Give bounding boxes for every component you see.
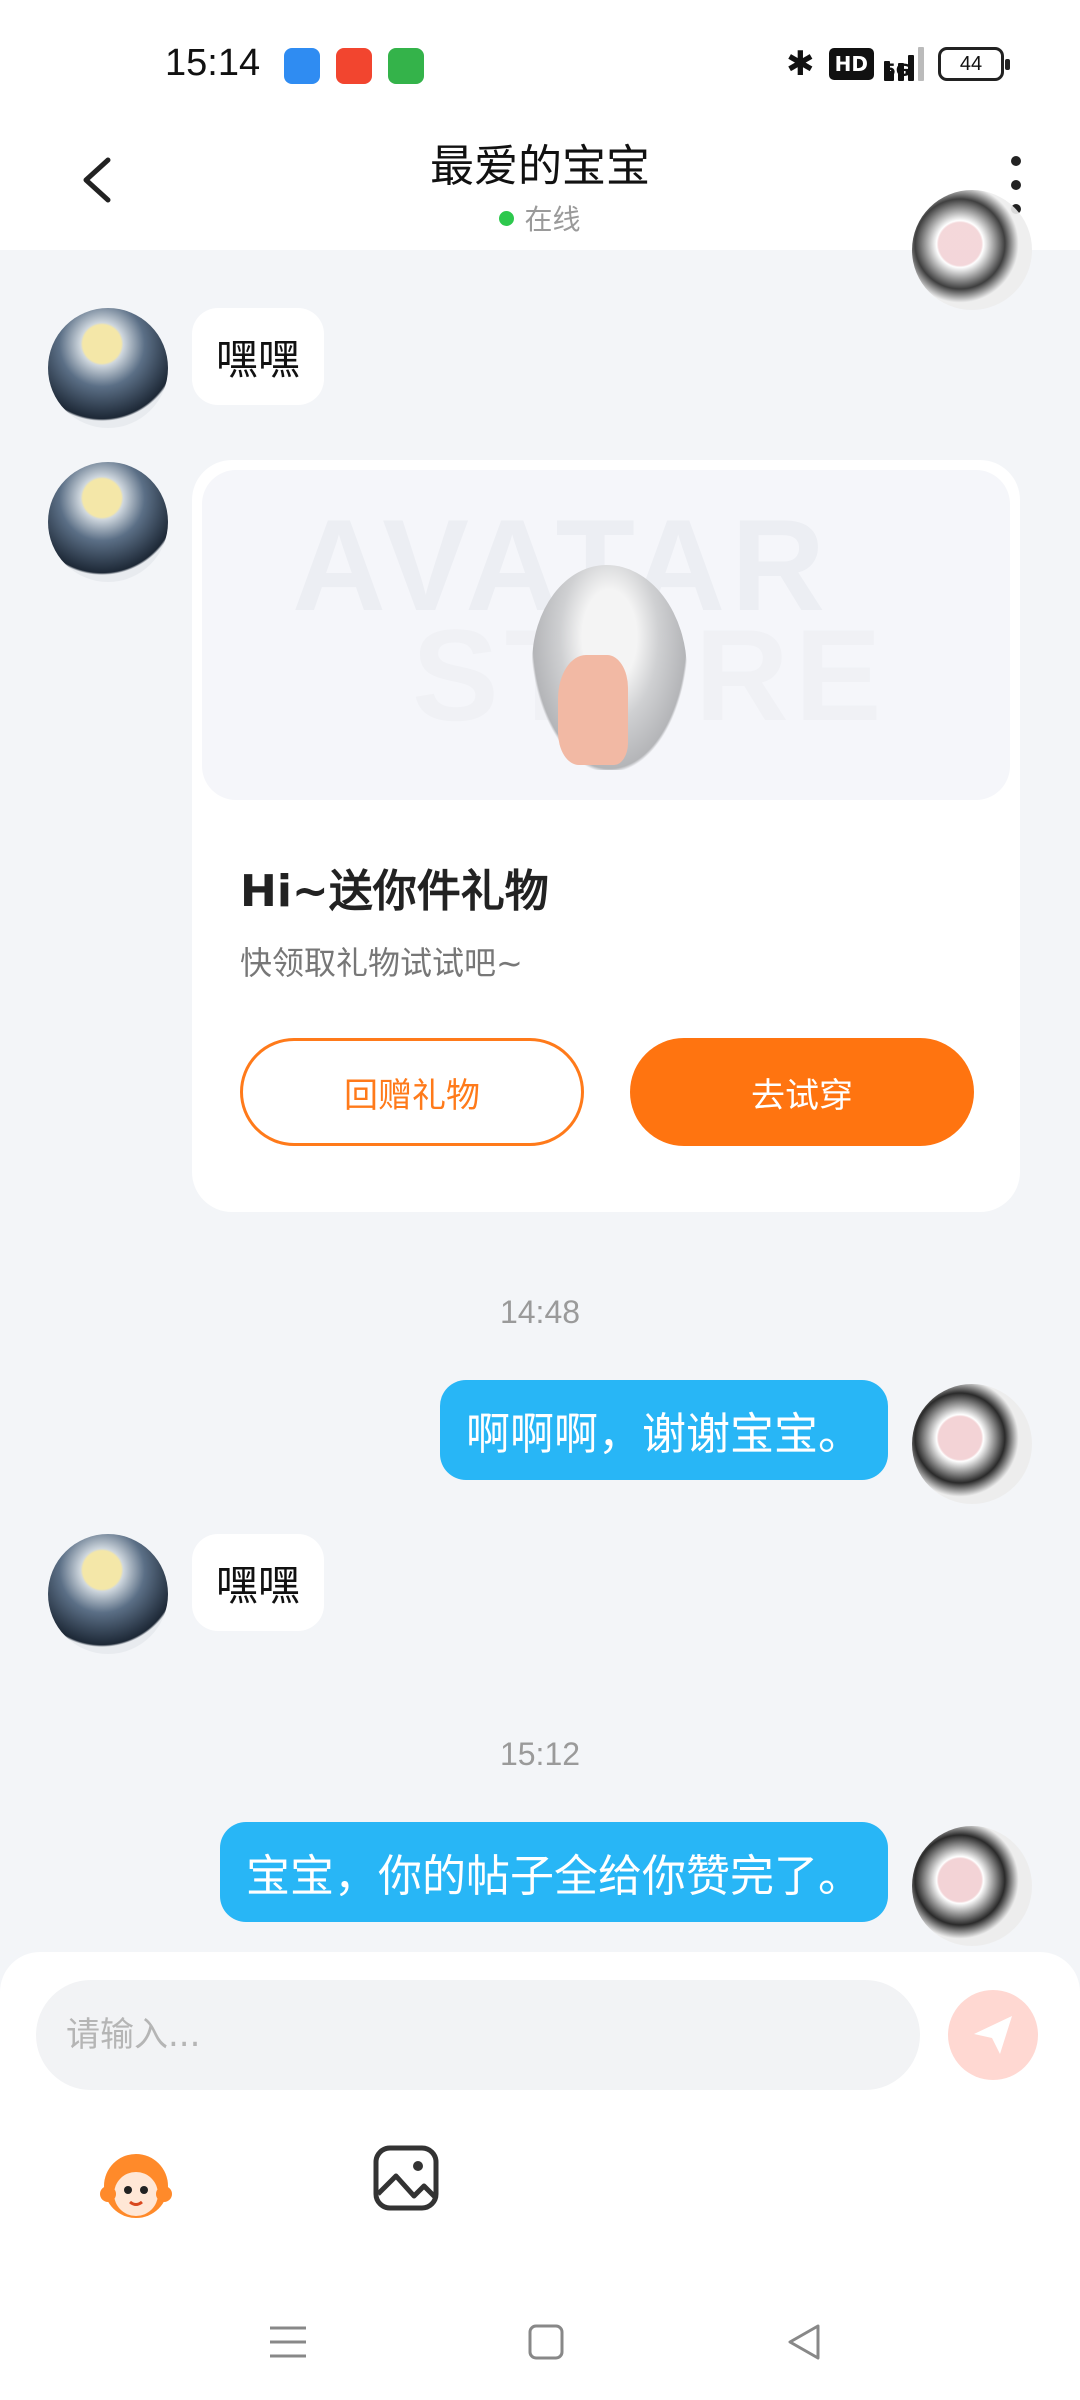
message-bubble[interactable]: 嘿嘿 bbox=[192, 308, 325, 405]
gift-card-title: Hi~送你件礼物 bbox=[240, 866, 549, 917]
signal-icon: 5G bbox=[884, 47, 924, 81]
status-bar: 15:14 ✱ HD 5G 44 bbox=[0, 0, 1080, 120]
timestamp: 15:12 bbox=[499, 1736, 581, 1772]
input-panel bbox=[0, 1952, 1080, 2282]
network-label: 5G bbox=[884, 61, 910, 81]
home-button[interactable] bbox=[518, 2314, 574, 2370]
back-nav-button[interactable] bbox=[776, 2314, 832, 2370]
recent-apps-button[interactable] bbox=[260, 2314, 316, 2370]
blue-app-icon bbox=[284, 48, 320, 84]
dot-icon bbox=[1011, 156, 1021, 166]
avatar[interactable] bbox=[48, 462, 168, 582]
page-title: 最爱的宝宝 bbox=[430, 141, 650, 192]
hd-badge: HD bbox=[828, 48, 874, 80]
avatar[interactable] bbox=[912, 190, 1032, 310]
message-bubble[interactable]: 嘿嘿 bbox=[192, 1534, 325, 1631]
send-icon bbox=[974, 2016, 1012, 2054]
message-app-icon bbox=[388, 48, 424, 84]
message-input[interactable] bbox=[36, 1980, 920, 2090]
status-time: 15:14 bbox=[165, 42, 261, 84]
image-button[interactable] bbox=[370, 2142, 442, 2214]
emoji-button[interactable] bbox=[92, 2140, 180, 2228]
system-nav-bar bbox=[0, 2282, 1080, 2400]
gift-image[interactable]: AVATAR STORE bbox=[202, 470, 1010, 800]
back-triangle-icon bbox=[788, 2324, 820, 2360]
status-indicators: ✱ HD 5G 44 bbox=[786, 44, 1010, 84]
return-gift-button[interactable]: 回赠礼物 bbox=[240, 1038, 584, 1146]
avatar-character-face bbox=[558, 655, 628, 765]
avatar[interactable] bbox=[48, 1534, 168, 1654]
gift-card[interactable]: AVATAR STORE Hi~送你件礼物 快领取礼物试试吧~ 回赠礼物 去试穿 bbox=[192, 460, 1020, 1212]
mascot-emoji-icon bbox=[100, 2154, 172, 2218]
dot-icon bbox=[1011, 180, 1021, 190]
timestamp: 14:48 bbox=[499, 1294, 581, 1330]
avatar[interactable] bbox=[912, 1384, 1032, 1504]
try-on-button[interactable]: 去试穿 bbox=[630, 1038, 974, 1146]
avatar[interactable] bbox=[48, 308, 168, 428]
send-button[interactable] bbox=[948, 1990, 1038, 2080]
chat-area[interactable]: 嘿嘿 AVATAR STORE Hi~送你件礼物 快领取礼物试试吧~ 回赠礼物 … bbox=[0, 190, 1080, 1950]
image-icon bbox=[373, 2145, 439, 2211]
message-bubble[interactable]: 宝宝，你的帖子全给你赞完了。 bbox=[220, 1822, 888, 1922]
avatar[interactable] bbox=[912, 1826, 1032, 1946]
gift-card-subtitle: 快领取礼物试试吧~ bbox=[240, 944, 523, 982]
home-square-icon bbox=[528, 2324, 564, 2360]
menu-icon bbox=[270, 2326, 306, 2358]
bluetooth-icon: ✱ bbox=[786, 44, 815, 84]
battery-icon: 44 bbox=[938, 47, 1010, 81]
message-bubble[interactable]: 啊啊啊，谢谢宝宝。 bbox=[440, 1380, 888, 1480]
online-dot-icon bbox=[499, 210, 515, 226]
video-app-icon bbox=[336, 48, 372, 84]
online-status-label: 在线 bbox=[524, 203, 581, 236]
online-status: 在线 bbox=[499, 198, 581, 238]
